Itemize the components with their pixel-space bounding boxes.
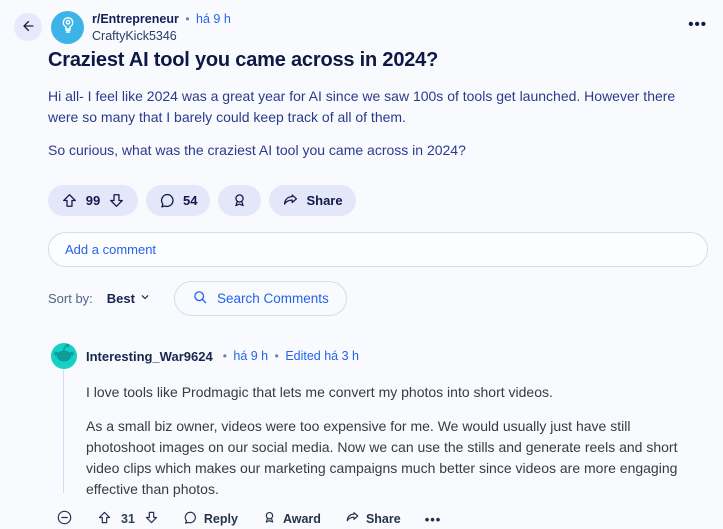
- search-comments-button[interactable]: Search Comments: [173, 281, 347, 317]
- add-comment-input[interactable]: [48, 232, 708, 268]
- post-page: r/Entrepreneur • há 9 h CraftyKick5346 •…: [0, 0, 723, 529]
- upvote-icon[interactable]: [61, 192, 78, 209]
- upvote-icon: [97, 510, 112, 528]
- post-header: r/Entrepreneur • há 9 h CraftyKick5346 •…: [0, 0, 723, 44]
- reply-label: Reply: [203, 512, 238, 527]
- comment-bubble-icon: [159, 192, 176, 209]
- comment-body-paragraph: I love tools like Prodmagic that lets me…: [86, 384, 553, 401]
- comment-downvote-button[interactable]: [143, 510, 159, 529]
- comment-item: Interesting_War9624 • há 9 h • Edited há…: [0, 343, 723, 529]
- comment-vote-count: 31: [121, 512, 135, 527]
- post-title: Craziest AI tool you came across in 2024…: [48, 49, 439, 72]
- meta-separator: •: [222, 349, 227, 364]
- post-author[interactable]: CraftyKick5346: [92, 29, 231, 45]
- comment-upvote-button[interactable]: [97, 510, 112, 529]
- collapse-thread-button[interactable]: [56, 509, 73, 529]
- sort-selected-value: Best: [106, 291, 135, 307]
- comment-timestamp: há 9 h: [233, 349, 269, 364]
- meta-separator: •: [185, 12, 190, 26]
- award-button[interactable]: [218, 185, 262, 217]
- vote-pill: 99: [48, 185, 138, 217]
- meta-separator: •: [274, 349, 279, 364]
- share-label: Share: [306, 193, 343, 209]
- search-icon: [192, 289, 208, 308]
- back-button[interactable]: [14, 13, 42, 41]
- post-more-button[interactable]: •••: [688, 17, 707, 32]
- post-meta: r/Entrepreneur • há 9 h CraftyKick5346: [92, 11, 231, 44]
- lightbulb-icon: [58, 15, 78, 40]
- post-timestamp: há 9 h: [196, 12, 231, 26]
- comment-edited-timestamp: Edited há 3 h: [285, 349, 359, 364]
- comment-award-button[interactable]: Award: [261, 510, 321, 529]
- comment-body-paragraph: As a small biz owner, videos were too ex…: [86, 418, 678, 498]
- comment-more-button[interactable]: •••: [424, 511, 442, 527]
- comment-bubble-icon: [183, 510, 198, 528]
- chevron-down-icon: [139, 291, 151, 306]
- comment-header: Interesting_War9624 • há 9 h • Edited há…: [51, 343, 723, 370]
- comment-action-bar: 31 Reply Award Share •••: [56, 509, 723, 529]
- back-arrow-icon: [20, 18, 36, 37]
- award-ribbon-icon: [262, 510, 277, 528]
- award-ribbon-icon: [231, 192, 248, 209]
- comment-share-label: Share: [365, 512, 401, 527]
- subreddit-avatar[interactable]: [51, 11, 84, 44]
- share-button[interactable]: Share: [269, 185, 356, 217]
- commenter-name[interactable]: Interesting_War9624: [86, 349, 213, 364]
- share-arrow-icon: [345, 510, 360, 528]
- subreddit-name[interactable]: r/Entrepreneur: [92, 12, 179, 26]
- snoo-icon: [51, 343, 77, 369]
- post-action-bar: 99 54 Share: [48, 185, 723, 217]
- post-body-paragraph: Hi all- I feel like 2024 was a great yea…: [48, 88, 676, 125]
- downvote-icon[interactable]: [108, 192, 125, 209]
- sort-select[interactable]: Best: [107, 291, 151, 306]
- share-arrow-icon: [282, 192, 299, 209]
- comment-share-button[interactable]: Share: [344, 510, 401, 529]
- downvote-icon: [144, 510, 159, 528]
- post-body-paragraph: So curious, what was the craziest AI too…: [48, 141, 466, 158]
- comment-sort-bar: Sort by: Best Search Comments: [48, 281, 723, 317]
- award-label: Award: [282, 512, 321, 527]
- sort-by-label: Sort by:: [48, 291, 93, 307]
- comments-button[interactable]: 54: [146, 185, 211, 217]
- comment-count: 54: [183, 193, 198, 209]
- commenter-avatar[interactable]: [51, 343, 77, 370]
- collapse-minus-icon: [56, 509, 73, 529]
- search-comments-label: Search Comments: [216, 291, 329, 307]
- reply-button[interactable]: Reply: [182, 510, 238, 529]
- post-vote-count: 99: [85, 193, 101, 209]
